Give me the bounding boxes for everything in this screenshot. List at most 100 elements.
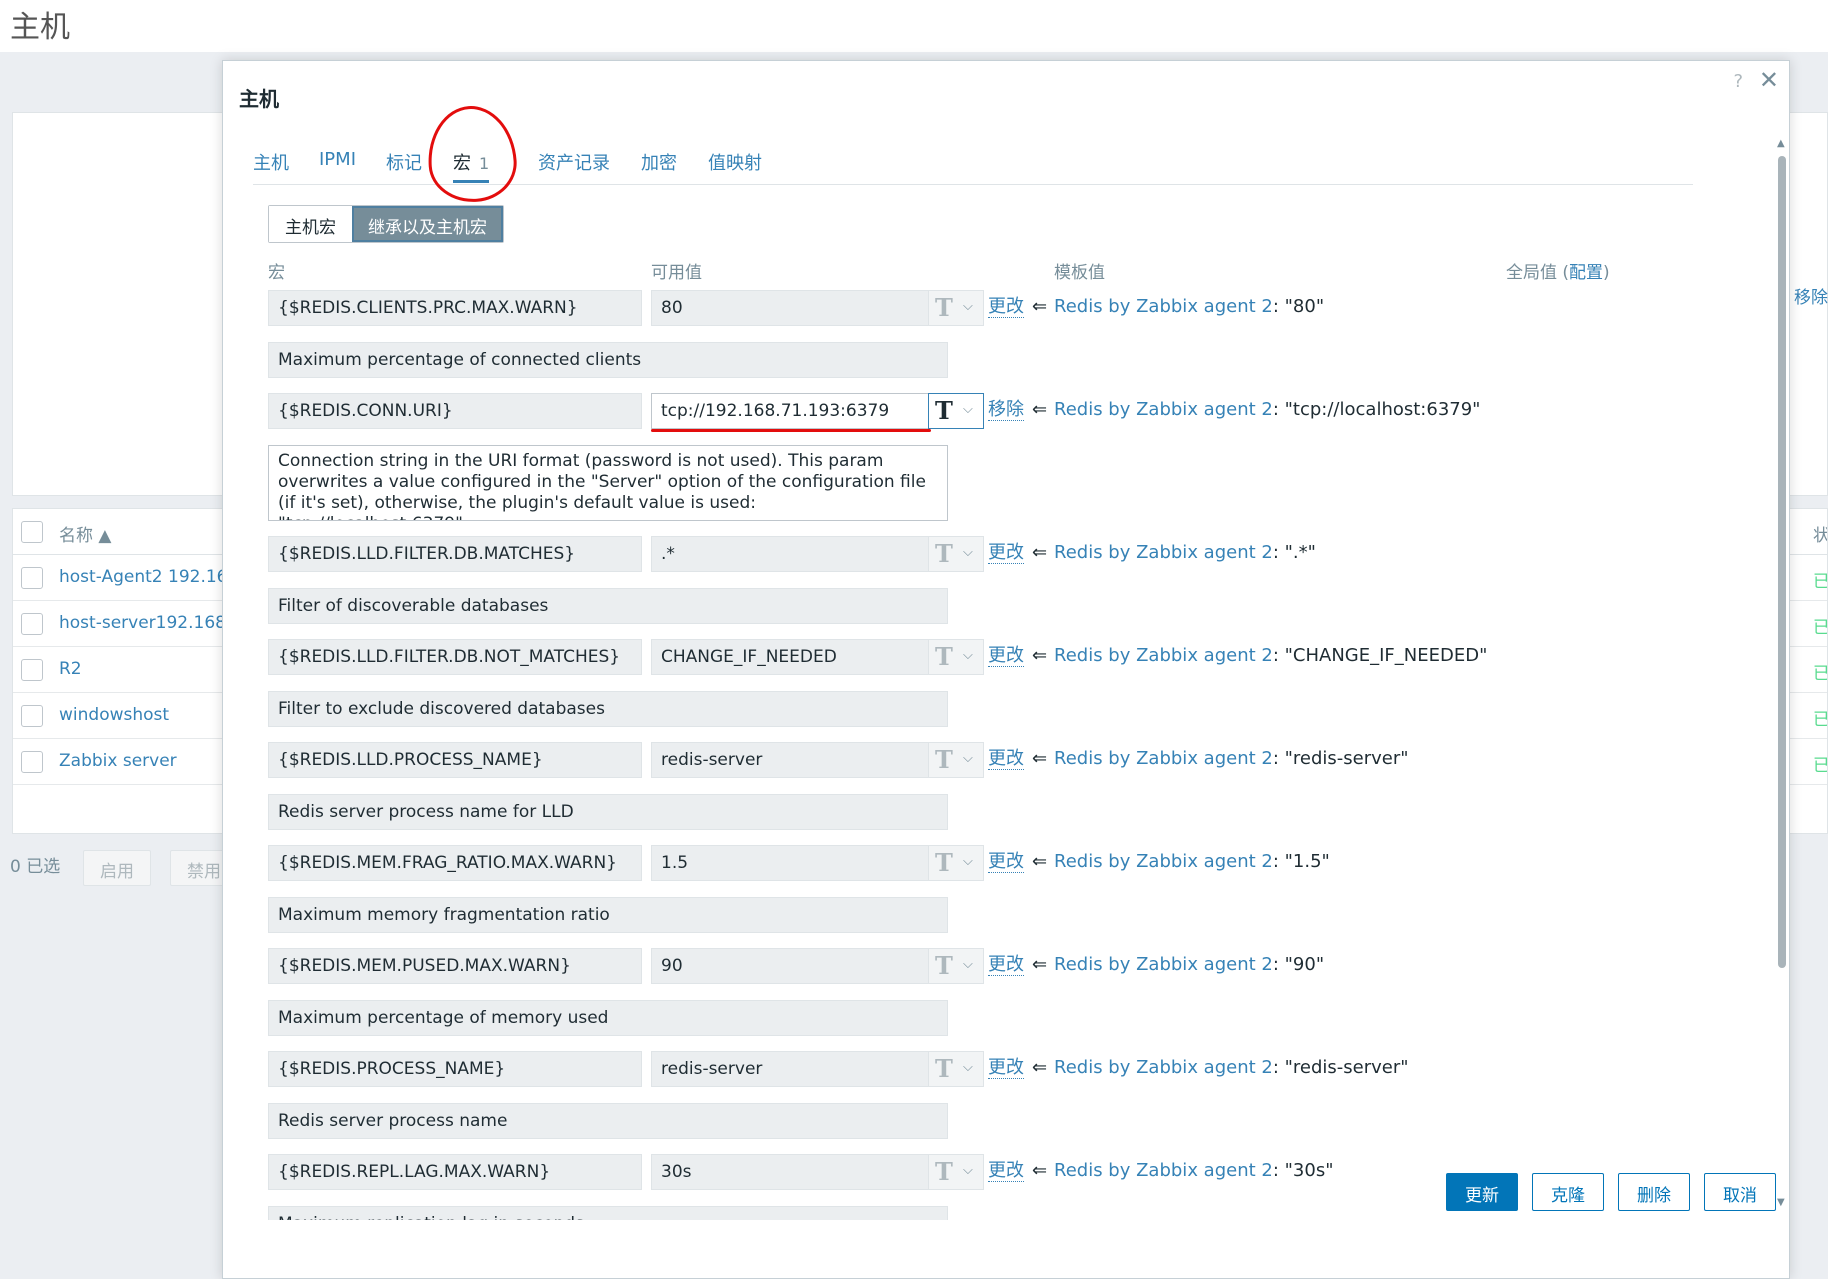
clone-button[interactable]: 克隆 xyxy=(1532,1173,1604,1211)
macro-name: {$REDIS.LLD.PROCESS_NAME} xyxy=(268,742,642,778)
macro-name: {$REDIS.CLIENTS.PRC.MAX.WARN} xyxy=(268,290,642,326)
tab-inventory[interactable]: 资产记录 xyxy=(538,149,610,175)
macro-description-input[interactable]: Connection string in the URI format (pas… xyxy=(268,445,948,521)
macro-name: {$REDIS.LLD.FILTER.DB.NOT_MATCHES} xyxy=(268,639,642,675)
template-link[interactable]: Redis by Zabbix agent 2 xyxy=(1054,954,1273,975)
template-macro-value: : "tcp://localhost:6379" xyxy=(1272,399,1481,420)
row-checkbox[interactable] xyxy=(21,705,43,727)
text-type-icon: T xyxy=(935,1054,953,1083)
tab-host[interactable]: 主机 xyxy=(253,149,289,175)
template-macro-value: : "redis-server" xyxy=(1272,748,1409,769)
select-all-checkbox[interactable] xyxy=(21,521,43,543)
change-link[interactable]: 更改 xyxy=(988,749,1024,770)
macro-value-input[interactable]: tcp://192.168.71.193:6379 xyxy=(651,393,929,429)
change-link[interactable]: 更改 xyxy=(988,646,1024,667)
macro-description: Maximum memory fragmentation ratio xyxy=(268,897,948,933)
inherited-macros-toggle[interactable]: 继承以及主机宏 xyxy=(352,206,503,242)
host-status[interactable]: 已 xyxy=(1813,567,1827,592)
text-type-icon: T xyxy=(935,539,953,568)
macro-description: Redis server process name xyxy=(268,1103,948,1139)
template-link[interactable]: Redis by Zabbix agent 2 xyxy=(1054,399,1273,420)
page-title: 主机 xyxy=(10,10,70,45)
change-link[interactable]: 更改 xyxy=(988,955,1024,976)
tab-encryption[interactable]: 加密 xyxy=(641,149,677,175)
cancel-button[interactable]: 取消 xyxy=(1704,1173,1776,1211)
delete-button[interactable]: 删除 xyxy=(1618,1173,1690,1211)
host-status[interactable]: 已 xyxy=(1813,613,1827,638)
macro-value: redis-server xyxy=(651,742,929,778)
change-link[interactable]: 更改 xyxy=(988,297,1024,318)
text-type-icon: T xyxy=(935,642,953,671)
macro-value: 1.5 xyxy=(651,845,929,881)
row-checkbox[interactable] xyxy=(21,751,43,773)
host-name-link[interactable]: Zabbix server xyxy=(59,751,177,771)
column-header-status[interactable]: 状 xyxy=(1813,521,1827,546)
change-link[interactable]: 更改 xyxy=(988,852,1024,873)
macro-value: 80 xyxy=(651,290,929,326)
close-icon[interactable]: ✕ xyxy=(1759,66,1779,94)
help-icon[interactable]: ? xyxy=(1733,71,1743,92)
value-type-select[interactable]: T ⌵ xyxy=(928,393,984,429)
host-status[interactable]: 已 xyxy=(1813,705,1827,730)
chevron-down-icon: ⌵ xyxy=(963,545,973,560)
inherit-arrow-icon: ⇐ xyxy=(1032,851,1048,872)
macro-name: {$REDIS.MEM.FRAG_RATIO.MAX.WARN} xyxy=(268,845,642,881)
chevron-down-icon: ⌵ xyxy=(963,648,973,663)
macro-value: .* xyxy=(651,536,929,572)
text-type-icon: T xyxy=(935,1157,953,1186)
scroll-thumb[interactable] xyxy=(1778,156,1786,968)
template-value: Redis by Zabbix agent 2: "80" xyxy=(1054,296,1324,317)
inherit-arrow-icon: ⇐ xyxy=(1032,1160,1048,1181)
change-link[interactable]: 更改 xyxy=(988,1058,1024,1079)
inherit-arrow-icon: ⇐ xyxy=(1032,645,1048,666)
template-link[interactable]: Redis by Zabbix agent 2 xyxy=(1054,1057,1273,1078)
macro-description: Redis server process name for LLD xyxy=(268,794,948,830)
template-link[interactable]: Redis by Zabbix agent 2 xyxy=(1054,748,1273,769)
template-value: Redis by Zabbix agent 2: "tcp://localhos… xyxy=(1054,399,1480,420)
tab-value-mapping[interactable]: 值映射 xyxy=(708,149,762,175)
page-header: 主机 xyxy=(0,0,1828,52)
change-link[interactable]: 更改 xyxy=(988,543,1024,564)
template-link[interactable]: Redis by Zabbix agent 2 xyxy=(1054,645,1273,666)
template-value: Redis by Zabbix agent 2: "1.5" xyxy=(1054,851,1330,872)
host-macros-toggle[interactable]: 主机宏 xyxy=(269,206,352,242)
template-macro-value: : "redis-server" xyxy=(1272,1057,1409,1078)
row-checkbox[interactable] xyxy=(21,567,43,589)
remove-link[interactable]: 移除 xyxy=(988,400,1024,421)
value-type-select: T ⌵ xyxy=(928,1051,984,1087)
value-type-select: T ⌵ xyxy=(928,536,984,572)
macro-view-toggle: 主机宏 继承以及主机宏 xyxy=(268,205,504,243)
template-link[interactable]: Redis by Zabbix agent 2 xyxy=(1054,542,1273,563)
row-checkbox[interactable] xyxy=(21,659,43,681)
scroll-up-icon[interactable]: ▲ xyxy=(1777,138,1785,149)
modal-scrollbar[interactable]: ▲ ▼ xyxy=(1775,138,1787,1208)
host-status[interactable]: 已 xyxy=(1813,659,1827,684)
global-config-link[interactable]: 配置 xyxy=(1569,263,1603,283)
tab-ipmi[interactable]: IPMI xyxy=(319,149,356,170)
host-name-link[interactable]: R2 xyxy=(59,659,82,679)
host-name-link[interactable]: windowshost xyxy=(59,705,169,725)
column-header-template: 模板值 xyxy=(1054,263,1105,283)
chevron-down-icon: ⌵ xyxy=(963,751,973,766)
template-macro-value: : "CHANGE_IF_NEEDED" xyxy=(1272,645,1488,666)
template-link[interactable]: Redis by Zabbix agent 2 xyxy=(1054,1160,1273,1181)
template-link[interactable]: Redis by Zabbix agent 2 xyxy=(1054,851,1273,872)
macro-name: {$REDIS.LLD.FILTER.DB.MATCHES} xyxy=(268,536,642,572)
filter-remove-link[interactable]: 移除 xyxy=(1788,283,1828,308)
row-checkbox[interactable] xyxy=(21,613,43,635)
inherit-arrow-icon: ⇐ xyxy=(1032,296,1048,317)
column-header-name[interactable]: 名称 ▲ xyxy=(59,521,111,546)
update-button[interactable]: 更新 xyxy=(1446,1173,1518,1211)
tab-tags[interactable]: 标记 xyxy=(386,149,422,175)
template-macro-value: : "30s" xyxy=(1272,1160,1334,1181)
scroll-down-icon[interactable]: ▼ xyxy=(1777,1197,1785,1208)
enable-button[interactable]: 启用 xyxy=(83,850,151,886)
macro-name: {$REDIS.PROCESS_NAME} xyxy=(268,1051,642,1087)
host-name-link[interactable]: host-server192.168.7 xyxy=(59,613,242,633)
host-status[interactable]: 已 xyxy=(1813,751,1827,776)
host-name-link[interactable]: host-Agent2 192.168 xyxy=(59,567,238,587)
macro-description: Maximum percentage of memory used xyxy=(268,1000,948,1036)
global-label: 全局值 ( xyxy=(1506,263,1570,283)
template-link[interactable]: Redis by Zabbix agent 2 xyxy=(1054,296,1273,317)
change-link[interactable]: 更改 xyxy=(988,1161,1024,1182)
